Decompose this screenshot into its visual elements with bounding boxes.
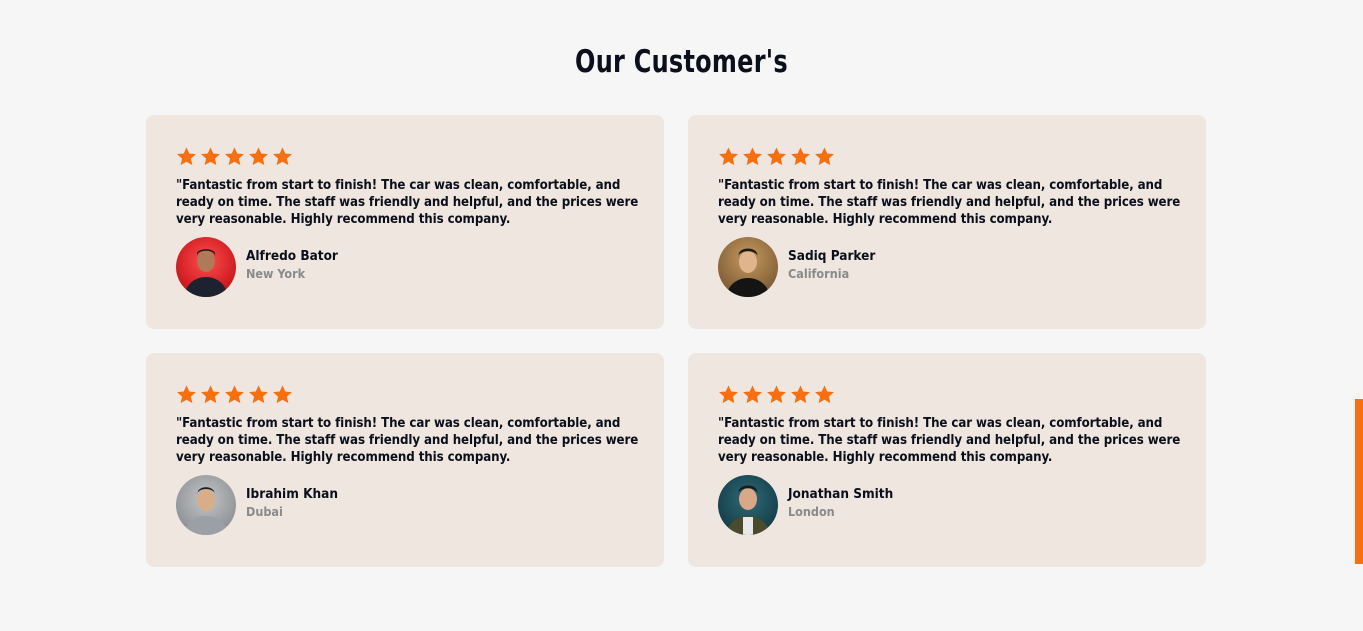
testimonial-card: "Fantastic from start to finish! The car…: [146, 115, 664, 329]
avatar: [718, 475, 778, 535]
author-location: Dubai: [246, 504, 283, 519]
star-icon: [272, 146, 293, 167]
testimonial-author: Jonathan Smith London: [718, 475, 1176, 535]
testimonial-quote: "Fantastic from start to finish! The car…: [718, 178, 1181, 227]
star-icon: [814, 146, 835, 167]
star-icon: [176, 384, 197, 405]
star-rating: [176, 383, 634, 405]
testimonial-card: "Fantastic from start to finish! The car…: [146, 353, 664, 567]
author-location: California: [788, 266, 850, 281]
star-icon: [742, 146, 763, 167]
star-icon: [200, 384, 221, 405]
testimonial-card: "Fantastic from start to finish! The car…: [688, 115, 1206, 329]
star-icon: [248, 146, 269, 167]
testimonial-card: "Fantastic from start to finish! The car…: [688, 353, 1206, 567]
author-name: Jonathan Smith: [788, 486, 894, 502]
star-icon: [790, 146, 811, 167]
star-rating: [718, 383, 1176, 405]
star-icon: [790, 384, 811, 405]
star-icon: [814, 384, 835, 405]
testimonial-author: Ibrahim Khan Dubai: [176, 475, 634, 535]
section-title: Our Customer's: [575, 44, 788, 80]
star-rating: [176, 145, 634, 167]
testimonial-author: Sadiq Parker California: [718, 237, 1176, 297]
author-location: New York: [246, 266, 306, 281]
star-icon: [718, 384, 739, 405]
avatar: [176, 475, 236, 535]
side-tab[interactable]: [1355, 399, 1363, 564]
author-name: Ibrahim Khan: [246, 486, 338, 502]
author-name: Alfredo Bator: [246, 248, 338, 264]
star-rating: [718, 145, 1176, 167]
star-icon: [766, 146, 787, 167]
star-icon: [272, 384, 293, 405]
testimonials-section: Our Customer's "Fantastic from start to …: [0, 0, 1363, 631]
star-icon: [718, 146, 739, 167]
author-name: Sadiq Parker: [788, 248, 876, 264]
star-icon: [224, 384, 245, 405]
testimonial-quote: "Fantastic from start to finish! The car…: [176, 416, 639, 465]
testimonial-quote: "Fantastic from start to finish! The car…: [718, 416, 1181, 465]
star-icon: [766, 384, 787, 405]
star-icon: [742, 384, 763, 405]
star-icon: [248, 384, 269, 405]
author-location: London: [788, 504, 835, 519]
avatar: [718, 237, 778, 297]
avatar: [176, 237, 236, 297]
star-icon: [176, 146, 197, 167]
testimonial-quote: "Fantastic from start to finish! The car…: [176, 178, 639, 227]
testimonial-author: Alfredo Bator New York: [176, 237, 634, 297]
star-icon: [224, 146, 245, 167]
star-icon: [200, 146, 221, 167]
